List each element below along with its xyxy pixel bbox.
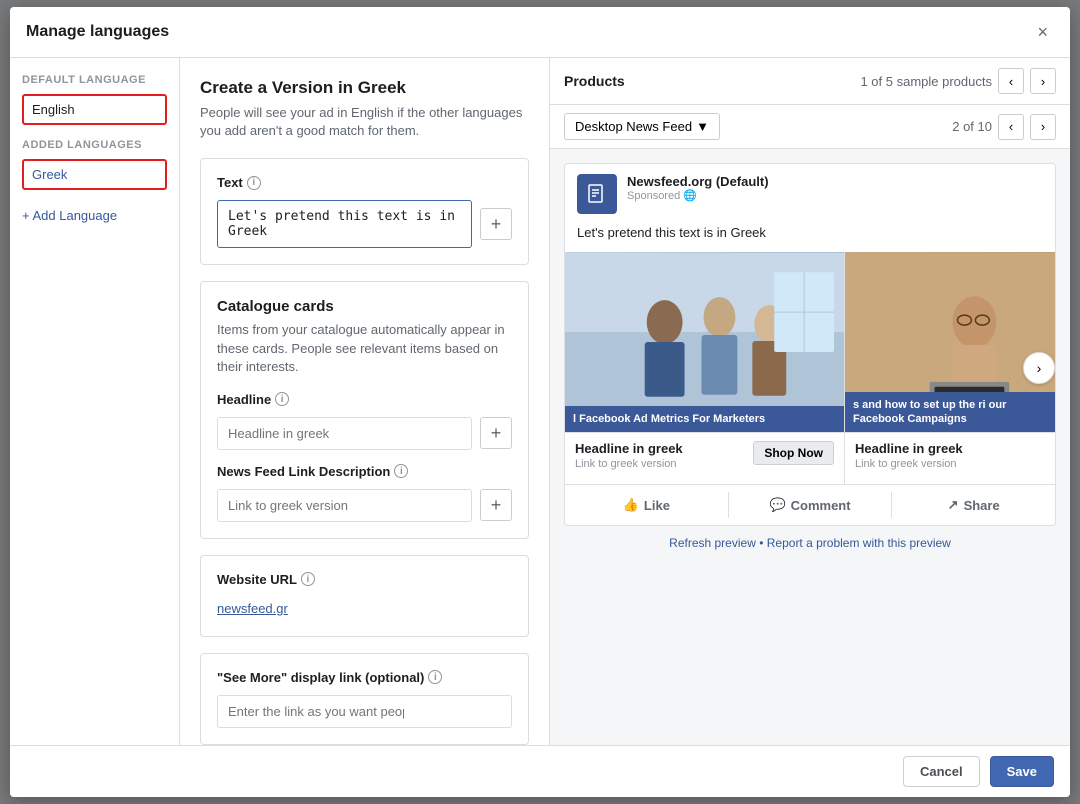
text-field-card: Text i Let's pretend this text is in Gre… [200,158,529,265]
news-feed-input-row: + [217,489,512,522]
placement-dropdown[interactable]: Desktop News Feed ▼ [564,113,720,140]
dropdown-chevron-icon: ▼ [696,119,709,134]
preview-area: Products 1 of 5 sample products ‹ › Desk… [550,58,1070,745]
ad-card: Newsfeed.org (Default) Sponsored 🌐 Let's… [564,163,1056,526]
news-feed-plus-button[interactable]: + [480,489,512,521]
headline-info-icon: i [275,392,289,406]
text-plus-button[interactable]: + [480,208,512,240]
page-next-button[interactable]: › [1030,114,1056,140]
catalogue-cards-title: Catalogue cards [217,298,512,315]
carousel-next-button[interactable]: › [1023,352,1055,384]
text-info-icon: i [247,176,261,190]
see-more-card: "See More" display link (optional) i [200,653,529,745]
text-input-row: Let's pretend this text is in Greek + [217,200,512,248]
share-button[interactable]: ↗ Share [892,489,1055,521]
headline-input[interactable] [228,426,461,441]
products-next-button[interactable]: › [1030,68,1056,94]
modal-body: DEFAULT LANGUAGE English ADDED LANGUAGES… [10,58,1070,745]
greek-language-item[interactable]: Greek [22,159,167,190]
product-overlay-text-2: s and how to set up the ri our Facebook … [845,392,1055,433]
products-label: Products [564,73,625,89]
website-url-value[interactable]: newsfeed.gr [217,601,288,616]
modal-overlay: Manage languages × DEFAULT LANGUAGE Engl… [0,0,1080,804]
website-url-card: Website URL i newsfeed.gr [200,555,529,637]
modal: Manage languages × DEFAULT LANGUAGE Engl… [10,7,1070,797]
english-language-item[interactable]: English [22,94,167,125]
see-more-label: "See More" display link (optional) i [217,670,512,685]
like-button[interactable]: 👍 Like [565,489,728,521]
catalogue-cards-desc: Items from your catalogue automatically … [217,321,512,376]
headline-label: Headline i [217,392,512,407]
add-language-button[interactable]: + Add Language [22,204,117,227]
product-headline-2: Headline in greek [855,441,1054,456]
save-button[interactable]: Save [990,756,1054,787]
see-more-input[interactable] [228,704,404,719]
headline-input-row: + [217,417,512,450]
product-overlay-text-1: l Facebook Ad Metrics For Marketers [565,406,844,432]
product-strip: l Facebook Ad Metrics For Marketers Shop… [565,252,1055,484]
product-card-1: l Facebook Ad Metrics For Marketers Shop… [565,252,845,484]
globe-icon: 🌐 [683,189,697,202]
preview-controls: Desktop News Feed ▼ 2 of 10 ‹ › [550,105,1070,149]
product-image-2: s and how to set up the ri our Facebook … [845,252,1055,432]
ad-meta: Newsfeed.org (Default) Sponsored 🌐 [627,174,1043,202]
modal-footer: Cancel Save [10,745,1070,797]
refresh-preview-link[interactable]: Refresh preview [669,536,756,550]
share-icon: ↗ [948,497,959,513]
sidebar: DEFAULT LANGUAGE English ADDED LANGUAGES… [10,58,180,745]
placement-label: Desktop News Feed [575,119,692,134]
add-language-label: + Add Language [22,208,117,223]
news-feed-input[interactable] [228,498,461,513]
products-prev-button[interactable]: ‹ [998,68,1024,94]
sample-products-counter: 1 of 5 sample products ‹ › [860,68,1056,94]
product-link-2: Link to greek version [855,458,1054,470]
page-prev-button[interactable]: ‹ [998,114,1024,140]
comment-icon: 💬 [769,497,785,513]
default-language-label: DEFAULT LANGUAGE [22,74,167,86]
website-url-label: Website URL i [217,572,512,587]
catalogue-cards-card: Catalogue cards Items from your catalogu… [200,281,529,539]
news-feed-label: News Feed Link Description i [217,464,512,479]
like-icon: 👍 [623,497,639,513]
content-title: Create a Version in Greek [200,78,529,98]
product-info-2: Headline in greek Link to greek version [845,432,1055,484]
ad-sponsored: Sponsored 🌐 [627,189,1043,202]
footer-separator: • [759,536,763,550]
text-input[interactable]: Let's pretend this text is in Greek [217,200,472,248]
product-info-1: Shop Now Headline in greek Link to greek… [565,432,844,484]
close-button[interactable]: × [1031,21,1054,43]
headline-plus-button[interactable]: + [480,417,512,449]
report-problem-link[interactable]: Report a problem with this preview [767,536,951,550]
modal-title: Manage languages [26,23,169,41]
ad-body-text: Let's pretend this text is in Greek [565,224,1055,252]
cancel-button[interactable]: Cancel [903,756,980,787]
website-url-info-icon: i [301,572,315,586]
news-feed-info-icon: i [394,464,408,478]
product-image-1: l Facebook Ad Metrics For Marketers [565,252,844,432]
preview-footer: Refresh preview • Report a problem with … [564,526,1056,560]
added-languages-label: ADDED LANGUAGES [22,139,167,151]
comment-button[interactable]: 💬 Comment [729,489,892,521]
see-more-info-icon: i [428,670,442,684]
preview-header: Products 1 of 5 sample products ‹ › [550,58,1070,105]
ad-actions: 👍 Like 💬 Comment ↗ Share [565,484,1055,525]
page-counter: 2 of 10 ‹ › [952,114,1056,140]
content-area: Create a Version in Greek People will se… [180,58,550,745]
ad-avatar [577,174,617,214]
preview-content: Newsfeed.org (Default) Sponsored 🌐 Let's… [550,149,1070,745]
ad-page-name: Newsfeed.org (Default) [627,174,1043,189]
content-subtitle: People will see your ad in English if th… [200,104,529,140]
document-icon [586,183,608,205]
shop-now-button-1[interactable]: Shop Now [753,441,834,465]
text-field-label: Text i [217,175,512,190]
ad-header: Newsfeed.org (Default) Sponsored 🌐 [565,164,1055,224]
modal-header: Manage languages × [10,7,1070,58]
